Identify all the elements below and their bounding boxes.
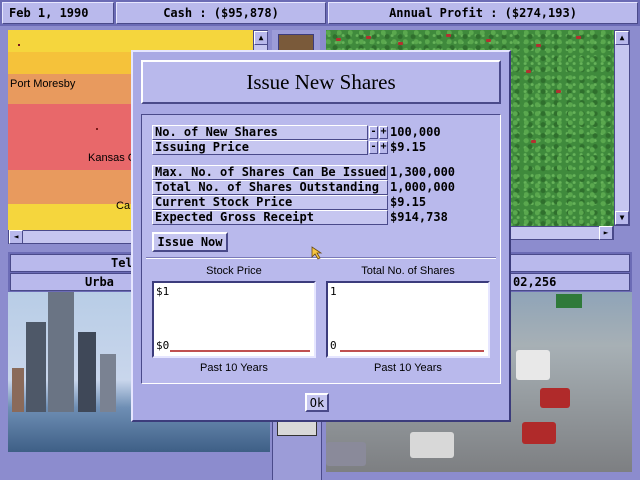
vehicle xyxy=(326,442,366,466)
dialog-title: Issue New Shares xyxy=(141,60,501,104)
cash-balance: Cash : ($95,878) xyxy=(116,2,326,24)
total-outstanding-label: Total No. of Shares Outstanding xyxy=(152,180,388,195)
scroll-up-icon[interactable]: ▲ xyxy=(254,31,268,45)
flower-icon xyxy=(576,36,581,39)
issue-shares-dialog: Issue New Shares No. of New Shares - + 1… xyxy=(131,50,511,422)
flower-icon xyxy=(366,36,371,39)
flower-icon xyxy=(526,70,531,73)
new-shares-label: No. of New Shares xyxy=(152,125,368,140)
status-bar: Feb 1, 1990 Cash : ($95,878) Annual Prof… xyxy=(0,0,640,26)
city-marker[interactable] xyxy=(96,128,98,130)
skyscraper xyxy=(100,354,116,412)
skyscraper xyxy=(48,292,74,412)
land-vertical-scrollbar[interactable]: ▲ ▼ xyxy=(614,30,630,226)
info-row-top xyxy=(502,254,630,272)
scroll-up-icon[interactable]: ▲ xyxy=(615,31,629,45)
road-sign xyxy=(556,294,582,308)
issuing-price-label: Issuing Price xyxy=(152,140,368,155)
flower-icon xyxy=(486,39,491,42)
skyscraper xyxy=(12,368,24,412)
stock-price-chart-svg: $1 $0 xyxy=(156,285,310,352)
map-band xyxy=(8,30,253,52)
issuing-price-value: $9.15 xyxy=(390,140,427,154)
gross-receipt-label: Expected Gross Receipt xyxy=(152,210,388,225)
current-price-value: $9.15 xyxy=(390,195,427,209)
total-shares-chart-footer: Past 10 Years xyxy=(374,362,442,374)
total-shares-chart: 1 0 xyxy=(326,281,490,358)
map-label-port-moresby[interactable]: Port Moresby xyxy=(10,78,75,90)
scroll-right-icon[interactable]: ► xyxy=(599,226,613,240)
total-outstanding-value: 1,000,000 xyxy=(390,180,456,194)
new-shares-value: 100,000 xyxy=(390,125,441,139)
vehicle xyxy=(410,432,454,458)
flower-icon xyxy=(531,140,536,143)
flower-icon xyxy=(398,42,403,45)
mouse-pointer-icon xyxy=(311,246,323,260)
issue-now-button[interactable]: Issue Now xyxy=(152,232,228,252)
flower-icon xyxy=(446,34,451,37)
stock-price-top-label: $1 xyxy=(156,285,169,298)
stock-price-bottom-label: $0 xyxy=(156,339,169,352)
map-horizontal-scrollbar[interactable]: ◄ xyxy=(8,230,132,244)
max-shares-value: 1,300,000 xyxy=(390,165,456,179)
annual-profit: Annual Profit : ($274,193) xyxy=(328,2,638,24)
increase-shares-button[interactable]: + xyxy=(379,126,388,139)
vehicle xyxy=(522,422,556,444)
total-shares-bottom-label: 0 xyxy=(330,339,337,352)
decrease-price-button[interactable]: - xyxy=(369,141,378,154)
skyscraper xyxy=(78,332,96,412)
scroll-down-icon[interactable]: ▼ xyxy=(615,211,629,225)
total-shares-top-label: 1 xyxy=(330,285,337,298)
increase-price-button[interactable]: + xyxy=(379,141,388,154)
info-panel-right: 02,256 xyxy=(500,252,632,292)
land-horizontal-scrollbar[interactable]: ► xyxy=(510,226,614,240)
scroll-left-icon[interactable]: ◄ xyxy=(9,230,23,244)
decrease-shares-button[interactable]: - xyxy=(369,126,378,139)
current-price-label: Current Stock Price xyxy=(152,195,388,210)
city-marker[interactable] xyxy=(18,44,20,46)
flower-icon xyxy=(336,38,341,41)
stock-price-chart-footer: Past 10 Years xyxy=(200,362,268,374)
info-row-value: 02,256 xyxy=(502,273,630,291)
flower-icon xyxy=(536,44,541,47)
current-date: Feb 1, 1990 xyxy=(2,2,114,24)
total-shares-chart-svg: 1 0 xyxy=(330,285,484,352)
map-label-partial[interactable]: Ca xyxy=(116,200,130,212)
total-shares-chart-title: Total No. of Shares xyxy=(361,265,455,277)
stock-price-chart: $1 $0 xyxy=(152,281,316,358)
ok-button[interactable]: Ok xyxy=(305,393,329,412)
gross-receipt-value: $914,738 xyxy=(390,210,448,224)
map-label-kansas-city[interactable]: Kansas C xyxy=(88,152,136,164)
flower-icon xyxy=(556,90,561,93)
vehicle xyxy=(516,350,550,380)
max-shares-label: Max. No. of Shares Can Be Issued xyxy=(152,165,388,180)
skyscraper xyxy=(26,322,46,412)
stock-price-chart-title: Stock Price xyxy=(206,265,262,277)
vehicle xyxy=(540,388,570,408)
